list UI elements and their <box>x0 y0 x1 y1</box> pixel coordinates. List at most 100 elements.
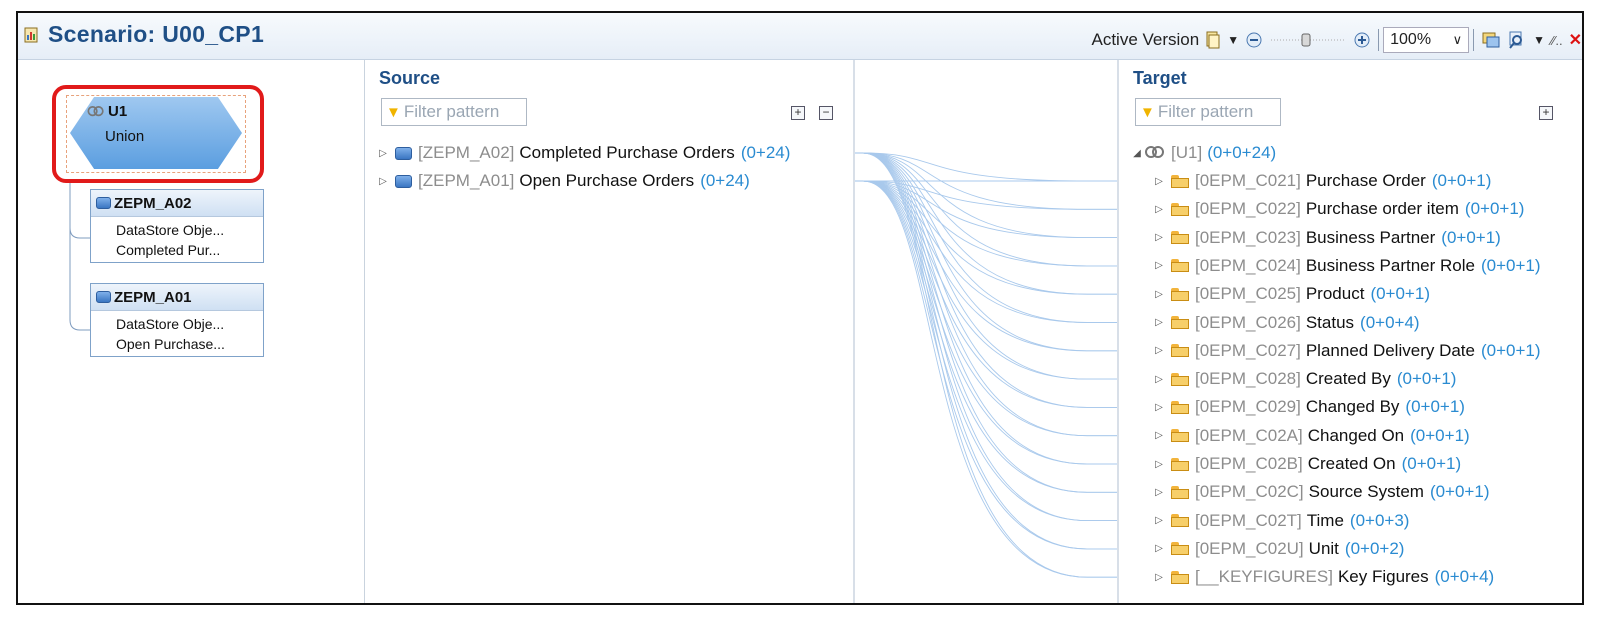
source-item-count: (0+24) <box>700 171 750 190</box>
source-item[interactable]: ▷ [ZEPM_A01] Open Purchase Orders (0+24) <box>377 168 750 194</box>
target-item[interactable]: ▷ [0EPM_C027] Planned Delivery Date (0+0+1) <box>1153 338 1541 364</box>
target-item[interactable]: ▷ [0EPM_C029] Changed By (0+0+1) <box>1153 394 1465 420</box>
target-item[interactable]: ▷ [0EPM_C02T] Time (0+0+3) <box>1153 508 1409 534</box>
folder-icon <box>1171 316 1189 329</box>
target-item[interactable]: ▷ [0EPM_C024] Business Partner Role (0+0+1) <box>1153 253 1540 279</box>
mapping-line <box>862 152 1117 465</box>
find-dropdown-icon[interactable]: ▼ <box>1533 33 1545 47</box>
target-item-tech: [0EPM_C029] <box>1195 397 1301 417</box>
target-item-count: (0+0+1) <box>1396 369 1457 389</box>
target-item-tech: [0EPM_C022] <box>1195 199 1301 219</box>
target-item[interactable]: ▷ [0EPM_C025] Product (0+0+1) <box>1153 281 1430 307</box>
target-item[interactable]: ▷ [0EPM_C023] Business Partner (0+0+1) <box>1153 225 1501 251</box>
target-item-count: (0+0+1) <box>1401 454 1462 473</box>
target-item-count: (0+0+1) <box>1410 425 1470 445</box>
zoom-select[interactable]: 100% ∨ <box>1383 27 1470 53</box>
zoom-out-icon[interactable] <box>1245 31 1263 49</box>
toolbar-separator <box>1473 29 1475 51</box>
datastore-node-zepm-a01[interactable]: ZEPM_A01 DataStore Obje... Open Purchase… <box>90 283 264 357</box>
expand-arrow-icon[interactable]: ▷ <box>1153 402 1165 413</box>
collapse-all-button[interactable]: − <box>819 106 833 120</box>
source-item-tech: [ZEPM_A01] <box>418 171 515 190</box>
datastore-icon <box>395 174 412 188</box>
target-filter-input[interactable]: ▼ Filter pattern <box>1135 98 1281 126</box>
expand-arrow-icon[interactable]: ▷ <box>1153 345 1165 356</box>
target-root[interactable]: ◢ [U1] (0+0+24) <box>1131 140 1276 166</box>
target-item-count: (0+0+4) <box>1360 312 1420 332</box>
expand-arrow-icon[interactable]: ▷ <box>1153 317 1165 328</box>
target-item-tech: [0EPM_C02B] <box>1195 454 1303 473</box>
expand-arrow-icon[interactable]: ▷ <box>1153 487 1165 498</box>
target-item-tech: [0EPM_C02U] <box>1195 538 1304 558</box>
source-item[interactable]: ▷ [ZEPM_A02] Completed Purchase Orders (… <box>377 140 790 166</box>
zoom-select-value: 100% <box>1390 31 1432 48</box>
highlight-box <box>52 85 264 183</box>
close-icon[interactable]: ✕ <box>1569 30 1582 50</box>
target-item[interactable]: ▷ [0EPM_C021] Purchase Order (0+0+1) <box>1153 168 1491 194</box>
collapse-arrow-icon[interactable]: ◢ <box>1131 148 1143 159</box>
target-item[interactable]: ▷ [0EPM_C02C] Source System (0+0+1) <box>1153 479 1489 505</box>
mapping-lines <box>855 152 1117 578</box>
source-filter-input[interactable]: ▼ Filter pattern <box>381 98 527 126</box>
target-item-count: (0+0+1) <box>1464 199 1525 219</box>
expand-arrow-icon[interactable]: ▷ <box>1153 232 1165 243</box>
target-item[interactable]: ▷ [0EPM_C028] Created By (0+0+1) <box>1153 366 1456 392</box>
node-body: DataStore Obje... Open Purchase... <box>91 311 263 354</box>
expand-arrow-icon[interactable]: ▷ <box>1153 430 1165 441</box>
zoom-in-icon[interactable] <box>1353 31 1371 49</box>
target-item[interactable]: ▷ [0EPM_C026] Status (0+0+4) <box>1153 310 1420 336</box>
target-item[interactable]: ▷ [0EPM_C02A] Changed On (0+0+1) <box>1153 423 1470 449</box>
target-item-name: Status <box>1305 312 1355 332</box>
expand-arrow-icon[interactable]: ▷ <box>1153 515 1165 526</box>
mapping-line <box>862 180 1117 550</box>
target-item[interactable]: ▷ [__KEYFIGURES] Key Figures (0+0+4) <box>1153 564 1494 590</box>
version-icon[interactable] <box>1205 31 1221 49</box>
target-item-name: Changed On <box>1307 425 1405 445</box>
target-item-count: (0+0+1) <box>1481 340 1541 360</box>
datastore-icon <box>395 146 412 160</box>
target-item-name: Created By <box>1305 369 1391 389</box>
node-type: DataStore Obje... <box>116 222 225 238</box>
expand-arrow-icon[interactable]: ▷ <box>1153 374 1165 385</box>
scenario-icon <box>24 27 38 43</box>
target-item-name: Purchase order item <box>1305 199 1459 219</box>
expand-arrow-icon[interactable]: ▷ <box>1153 176 1165 187</box>
target-item-count: (0+0+3) <box>1349 510 1410 530</box>
target-item[interactable]: ▷ [0EPM_C02U] Unit (0+0+2) <box>1153 536 1404 562</box>
folder-icon <box>1171 514 1189 528</box>
folder-icon <box>1171 429 1189 443</box>
target-item[interactable]: ▷ [0EPM_C022] Purchase order item (0+0+1) <box>1153 196 1524 222</box>
expand-arrow-icon[interactable]: ▷ <box>1153 204 1165 215</box>
target-header: Target <box>1133 68 1187 88</box>
find-icon[interactable] <box>1507 30 1527 50</box>
node-header: ZEPM_A01 <box>91 284 263 311</box>
datastore-node-zepm-a02[interactable]: ZEPM_A02 DataStore Obje... Completed Pur… <box>90 189 264 263</box>
expand-arrow-icon[interactable]: ▷ <box>377 148 389 159</box>
node-type: DataStore Obje... <box>116 316 225 332</box>
target-item-tech: [0EPM_C021] <box>1195 171 1301 190</box>
title-bar: Scenario: U00_CP1 Active Version ▼ 100% … <box>18 13 1582 60</box>
target-item-count: (0+0+2) <box>1344 538 1405 558</box>
target-item-name: Key Figures <box>1337 567 1429 587</box>
layout-icon[interactable] <box>1481 31 1501 49</box>
version-dropdown-icon[interactable]: ▼ <box>1227 33 1239 47</box>
expand-arrow-icon[interactable]: ▷ <box>377 176 389 187</box>
expand-arrow-icon[interactable]: ▷ <box>1153 543 1165 554</box>
zoom-slider[interactable] <box>1269 32 1347 48</box>
source-item-name: Completed Purchase Orders <box>519 143 735 162</box>
expand-arrow-icon[interactable]: ▷ <box>1153 260 1165 271</box>
target-item-count: (0+0+1) <box>1431 171 1492 190</box>
chevron-down-icon: ∨ <box>1452 32 1463 47</box>
expand-arrow-icon[interactable]: ▷ <box>1153 572 1165 583</box>
toolbar-separator <box>1378 29 1380 51</box>
expand-arrow-icon[interactable]: ▷ <box>1153 289 1165 300</box>
target-pane: Target ▼ Filter pattern + ◢ [U1] (0+0+24… <box>1117 60 1582 603</box>
folder-icon <box>1171 344 1189 358</box>
target-item-tech: [0EPM_C024] <box>1195 255 1301 275</box>
expand-arrow-icon[interactable]: ▷ <box>1153 459 1165 470</box>
expand-all-button[interactable]: + <box>791 106 805 120</box>
target-item-name: Purchase Order <box>1305 171 1426 190</box>
target-item[interactable]: ▷ [0EPM_C02B] Created On (0+0+1) <box>1153 451 1461 477</box>
expand-all-button[interactable]: + <box>1539 106 1553 120</box>
more-icon[interactable]: ⁄⁄.. <box>1551 33 1563 48</box>
